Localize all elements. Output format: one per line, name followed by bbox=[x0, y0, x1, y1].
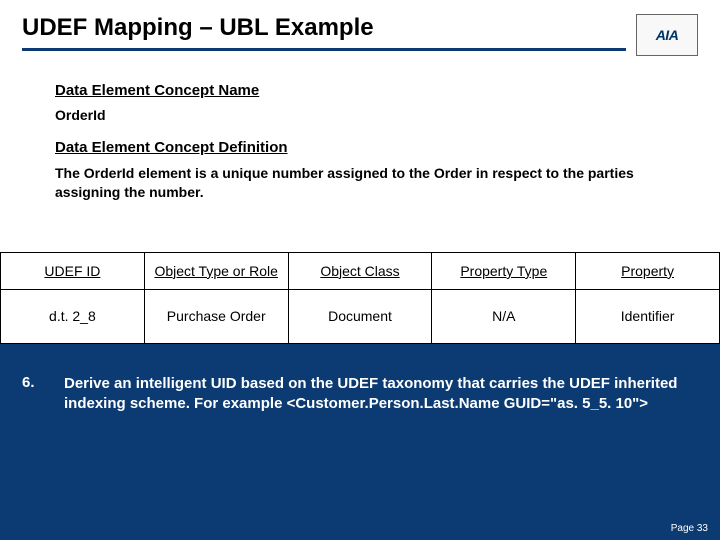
table-row: d.t. 2_8 Purchase Order Document N/A Ide… bbox=[1, 289, 720, 343]
content-block: Data Element Concept Name OrderId Data E… bbox=[0, 64, 720, 212]
td-object-type: Purchase Order bbox=[144, 289, 288, 343]
udef-table: UDEF ID Object Type or Role Object Class… bbox=[0, 252, 720, 344]
aia-logo: AIA bbox=[636, 14, 698, 56]
th-object-type: Object Type or Role bbox=[144, 252, 288, 289]
table-header-row: UDEF ID Object Type or Role Object Class… bbox=[1, 252, 720, 289]
td-property: Identifier bbox=[576, 289, 720, 343]
td-property-type: N/A bbox=[432, 289, 576, 343]
decn-value: OrderId bbox=[55, 107, 686, 123]
slide-header: UDEF Mapping – UBL Example AIA bbox=[0, 0, 720, 64]
td-object-class: Document bbox=[288, 289, 432, 343]
step-block: 6. Derive an intelligent UID based on th… bbox=[0, 344, 720, 425]
table-wrapper: UDEF ID Object Type or Role Object Class… bbox=[0, 212, 720, 344]
decn-label: Data Element Concept Name bbox=[55, 82, 686, 99]
td-udef-id: d.t. 2_8 bbox=[1, 289, 145, 343]
th-object-class: Object Class bbox=[288, 252, 432, 289]
slide-title: UDEF Mapping – UBL Example bbox=[22, 14, 626, 51]
decd-value: The OrderId element is a unique number a… bbox=[55, 164, 686, 202]
logo-text: AIA bbox=[656, 27, 679, 43]
th-property: Property bbox=[576, 252, 720, 289]
th-udef-id: UDEF ID bbox=[1, 252, 145, 289]
th-property-type: Property Type bbox=[432, 252, 576, 289]
page-number: Page 33 bbox=[671, 523, 708, 534]
decd-label: Data Element Concept Definition bbox=[55, 139, 686, 156]
step-number: 6. bbox=[22, 374, 50, 415]
title-wrap: UDEF Mapping – UBL Example bbox=[22, 14, 626, 51]
step-text: Derive an intelligent UID based on the U… bbox=[64, 374, 686, 415]
